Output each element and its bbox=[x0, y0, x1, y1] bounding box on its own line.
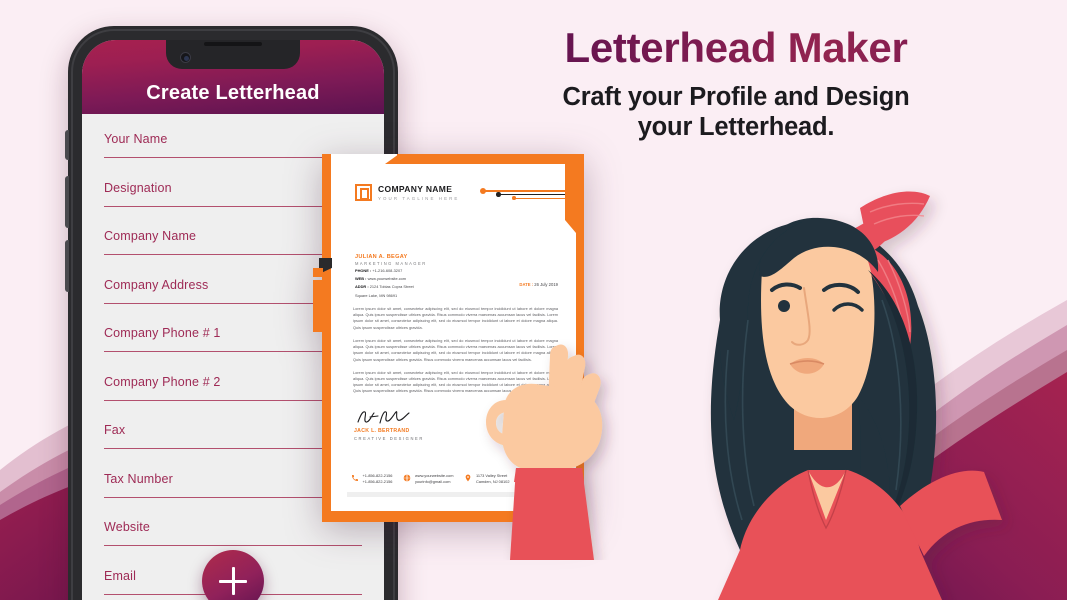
letterhead-line-decoration bbox=[479, 188, 565, 202]
promo-canvas: Letterhead Maker Craft your Profile and … bbox=[0, 0, 1067, 600]
form-field-website[interactable]: Website bbox=[104, 520, 362, 546]
front-camera-icon bbox=[180, 52, 191, 63]
date-value: 26 July 2019 bbox=[534, 282, 558, 287]
plus-icon-bar bbox=[219, 579, 247, 583]
page-title: Letterhead Maker bbox=[521, 25, 951, 70]
sender-phone-value: +1-216-608-3207 bbox=[372, 268, 403, 274]
letterhead-company-name: COMPANY NAME bbox=[378, 184, 453, 195]
ok-hand-icon bbox=[486, 344, 603, 560]
subtitle-line-1: Craft your Profile and Design bbox=[562, 83, 910, 112]
sender-addr-value: 2124 Tobias Copra Street bbox=[369, 284, 414, 290]
field-label-website: Website bbox=[104, 520, 150, 534]
sender-addr-row-2: Square Lake, MN 98691 bbox=[355, 292, 398, 298]
letterhead-sender-block: JULIAN A. BEGAY MARKETING MANAGER PHONE … bbox=[355, 254, 465, 298]
sender-role: MARKETING MANAGER bbox=[355, 261, 427, 266]
signer-role: CREATIVE DESIGNER bbox=[354, 435, 424, 441]
letterhead-top-accent bbox=[397, 154, 576, 164]
sender-addr-row: ADDR : 2124 Tobias Copra Street bbox=[355, 284, 414, 290]
app-header: Create Letterhead bbox=[82, 40, 384, 114]
letterhead-tagline: YOUR TAGLINE HERE bbox=[378, 195, 460, 201]
footer-web: www.yourwebsite.com yourinfo@gmail.com bbox=[403, 473, 453, 485]
phone-button-mute[interactable] bbox=[65, 130, 69, 160]
sender-web-value: www.yourwebsite.com bbox=[367, 276, 407, 282]
speaker-icon bbox=[204, 42, 262, 46]
letterhead-logo: COMPANY NAME YOUR TAGLINE HERE bbox=[355, 184, 459, 201]
letterhead-signature-block: JACK L. BERTRAND CREATIVE DESIGNER bbox=[354, 409, 424, 441]
handwritten-signature-icon bbox=[357, 411, 410, 424]
phone-icon bbox=[352, 474, 358, 481]
signer-name: JACK L. BERTRAND bbox=[354, 428, 410, 434]
field-underline-website bbox=[104, 545, 362, 546]
letterhead-left-accents bbox=[313, 258, 332, 332]
letterhead-date: DATE : 26 July 2019 bbox=[519, 282, 558, 287]
woman-illustration bbox=[710, 191, 1002, 600]
footer-email: yourinfo@gmail.com bbox=[414, 479, 451, 485]
footer-phone: +1-856-822-2156 +1-856-822-2156 bbox=[351, 473, 392, 485]
phone-notch bbox=[166, 40, 300, 69]
globe-icon bbox=[404, 474, 411, 482]
letterhead-right-accent bbox=[565, 154, 576, 220]
letterhead-paragraph: Lorem ipsum dolor sit amet, consectetur … bbox=[353, 307, 558, 330]
sender-phone-row: PHONE : +1-216-608-3207 bbox=[355, 268, 403, 274]
phone-button-volume-up[interactable] bbox=[65, 176, 69, 228]
sender-name: JULIAN A. BEGAY bbox=[355, 254, 408, 260]
phone-button-volume-down[interactable] bbox=[65, 240, 69, 292]
footer-phone-2: +1-856-822-2156 bbox=[362, 479, 393, 485]
sender-web-row: WEB : www.yourwebsite.com bbox=[355, 276, 407, 282]
square-monogram-icon bbox=[355, 184, 372, 201]
date-label: DATE : bbox=[519, 282, 534, 287]
screen-title: Create Letterhead bbox=[146, 82, 320, 104]
